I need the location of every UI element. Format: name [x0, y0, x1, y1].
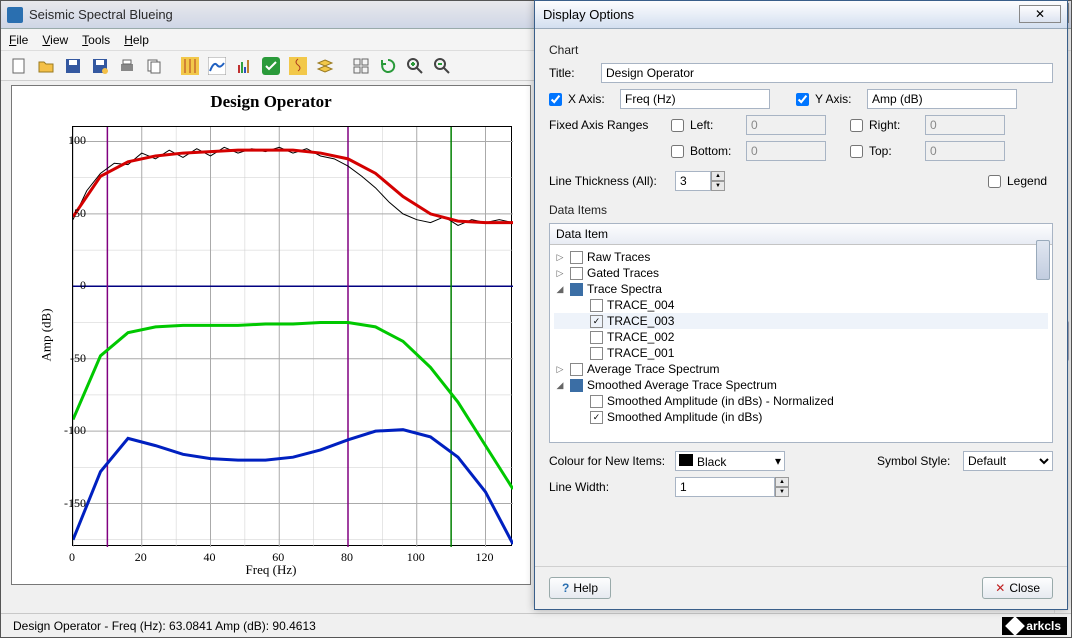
trace-icon[interactable] [178, 54, 202, 78]
status-text: Design Operator - Freq (Hz): 63.0841 Amp… [13, 619, 316, 633]
linewidth-spinner[interactable]: ▲▼ [675, 477, 789, 497]
bottom-checkbox[interactable] [671, 145, 684, 158]
menu-help[interactable]: Help [124, 33, 149, 47]
tree-node-smooth[interactable]: ◢Smoothed Average Trace Spectrum [554, 377, 1048, 393]
copy-icon[interactable] [142, 54, 166, 78]
chart-area[interactable]: Design Operator Amp (dB) Freq (Hz) -150-… [11, 85, 531, 585]
spin-down-icon[interactable]: ▼ [775, 487, 789, 497]
tree-node-gated[interactable]: ▷Gated Traces [554, 265, 1048, 281]
line-thickness-label: Line Thickness (All): [549, 174, 669, 188]
logo: arkcls [1002, 617, 1067, 635]
tree-header: Data Item [550, 224, 1052, 245]
saveas-icon[interactable] [88, 54, 112, 78]
zoom-in-icon[interactable] [403, 54, 427, 78]
spin-up-icon[interactable]: ▲ [711, 171, 725, 181]
yaxis-field[interactable] [867, 89, 1017, 109]
tree-node-t1[interactable]: TRACE_001 [554, 345, 1048, 361]
linewidth-field[interactable] [675, 477, 775, 497]
tree-scrollbar[interactable] [1036, 240, 1050, 280]
legend-checkbox[interactable] [988, 175, 1001, 188]
wiggle-icon[interactable] [286, 54, 310, 78]
save-icon[interactable] [61, 54, 85, 78]
left-field [746, 115, 826, 135]
tree-node-t3[interactable]: ✓TRACE_003 [554, 313, 1048, 329]
xaxis-label: X Axis: [568, 92, 614, 106]
chart-title: Design Operator [12, 92, 530, 112]
display-options-dialog: Display Options ✕ Chart Title: X Axis: Y… [534, 0, 1068, 610]
app-icon [7, 7, 23, 23]
yaxis-checkbox[interactable] [796, 93, 809, 106]
open-icon[interactable] [34, 54, 58, 78]
symbol-label: Symbol Style: [877, 454, 957, 468]
tree-node-avg[interactable]: ▷Average Trace Spectrum [554, 361, 1048, 377]
left-checkbox[interactable] [671, 119, 684, 132]
line-thickness-spinner[interactable]: ▲▼ [675, 171, 725, 191]
right-label: Right: [869, 118, 919, 132]
right-checkbox[interactable] [850, 119, 863, 132]
menu-tools[interactable]: Tools [82, 33, 110, 47]
print-icon[interactable] [115, 54, 139, 78]
colour-label: Colour for New Items: [549, 454, 669, 468]
left-label: Left: [690, 118, 740, 132]
data-items-label: Data Items [549, 203, 1053, 217]
plot[interactable] [72, 126, 512, 546]
title-field[interactable] [601, 63, 1053, 83]
yaxis-label: Y Axis: [815, 92, 861, 106]
chart-section-label: Chart [549, 43, 1053, 57]
tree-node-sn[interactable]: Smoothed Amplitude (in dBs) - Normalized [554, 393, 1048, 409]
top-checkbox[interactable] [850, 145, 863, 158]
data-items-tree[interactable]: Data Item ▷Raw Traces ▷Gated Traces ◢Tra… [549, 223, 1053, 443]
dialog-close-button[interactable]: ✕ [1019, 5, 1061, 23]
dialog-titlebar[interactable]: Display Options ✕ [535, 1, 1067, 29]
symbol-combo[interactable]: Default [963, 451, 1053, 471]
refresh-icon[interactable] [376, 54, 400, 78]
colour-combo[interactable]: Black▾ [675, 451, 785, 471]
dialog-title: Display Options [543, 7, 634, 22]
tree-node-sa[interactable]: ✓Smoothed Amplitude (in dBs) [554, 409, 1048, 425]
new-icon[interactable] [7, 54, 31, 78]
linewidth-label: Line Width: [549, 480, 669, 494]
tree-node-t2[interactable]: TRACE_002 [554, 329, 1048, 345]
layers-icon[interactable] [313, 54, 337, 78]
bottom-field [746, 141, 826, 161]
bars-icon[interactable] [232, 54, 256, 78]
tree-node-t4[interactable]: TRACE_004 [554, 297, 1048, 313]
help-button[interactable]: ?Help [549, 577, 611, 599]
spectrum-icon[interactable] [205, 54, 229, 78]
tree-node-spectra[interactable]: ◢Trace Spectra [554, 281, 1048, 297]
check-icon[interactable] [259, 54, 283, 78]
grid-icon[interactable] [349, 54, 373, 78]
statusbar: Design Operator - Freq (Hz): 63.0841 Amp… [1, 613, 1071, 637]
title-label: Title: [549, 66, 595, 80]
menu-view[interactable]: View [42, 33, 68, 47]
legend-label: Legend [1007, 174, 1053, 188]
fixed-ranges-label: Fixed Axis Ranges [549, 118, 665, 132]
top-label: Top: [869, 144, 919, 158]
bottom-label: Bottom: [690, 144, 740, 158]
main-title: Seismic Spectral Blueing [29, 7, 173, 22]
top-field [925, 141, 1005, 161]
xaxis-field[interactable] [620, 89, 770, 109]
menu-file[interactable]: File [9, 33, 28, 47]
tree-node-raw[interactable]: ▷Raw Traces [554, 249, 1048, 265]
line-thickness-field[interactable] [675, 171, 711, 191]
zoom-out-icon[interactable] [430, 54, 454, 78]
spin-down-icon[interactable]: ▼ [711, 181, 725, 191]
right-field [925, 115, 1005, 135]
xaxis-checkbox[interactable] [549, 93, 562, 106]
close-button-dialog[interactable]: ✕Close [982, 577, 1053, 599]
spin-up-icon[interactable]: ▲ [775, 477, 789, 487]
